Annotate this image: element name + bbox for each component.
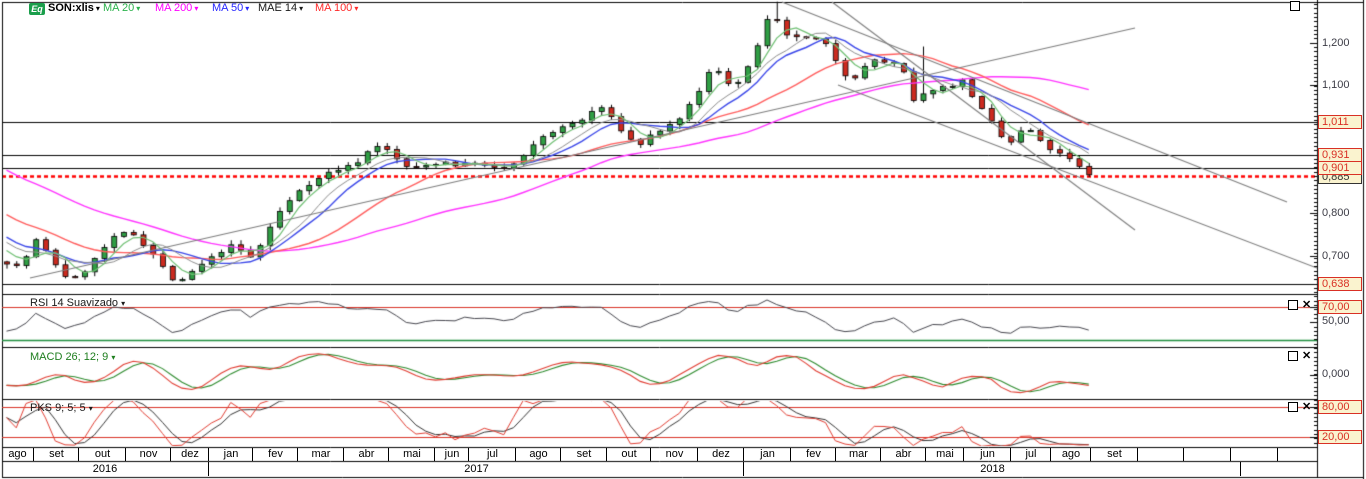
month-cell (1137, 448, 1184, 461)
month-cell: mar (835, 448, 881, 461)
trading-chart-window: Eq SON:xlis ▾ MA 20▾MA 200▾MA 50▾MAE 14▾… (0, 0, 1366, 479)
chevron-down-icon: ▾ (245, 2, 249, 15)
ma-label: MA 20 (103, 2, 134, 15)
chevron-down-icon: ▾ (96, 2, 100, 15)
month-cell: mai (925, 448, 964, 461)
month-cell: nov (650, 448, 698, 461)
chevron-down-icon: ▾ (136, 2, 140, 15)
month-cell: dez (170, 448, 209, 461)
month-cell: jun (963, 448, 1011, 461)
month-cell: mar (297, 448, 344, 461)
y-axis-label: 0,700 (1322, 250, 1362, 262)
month-cell: set (33, 448, 79, 461)
month-cell: set (560, 448, 607, 461)
month-cell: out (78, 448, 126, 461)
month-cell: nov (125, 448, 171, 461)
year-cell: 2017 (208, 462, 744, 476)
price-chart-canvas[interactable] (0, 0, 1366, 479)
indicator-level-label[interactable]: 80,00 (1318, 400, 1362, 414)
macd-panel-buttons: ✕ (1288, 351, 1311, 361)
rsi-title-label: RSI 14 Suavizado (30, 297, 118, 309)
price-level-label[interactable]: 0,901 (1318, 161, 1362, 175)
close-icon[interactable]: ✕ (1302, 351, 1311, 361)
year-cell: 2018 (743, 462, 1241, 476)
rsi-panel-buttons: ✕ (1288, 300, 1311, 310)
legend-ma-dropdown[interactable]: MA 200▾ (155, 2, 198, 15)
chevron-down-icon: ▾ (89, 404, 93, 413)
month-cell: jul (1010, 448, 1051, 461)
month-cell (1230, 448, 1278, 461)
legend-ma-dropdown[interactable]: MA 20▾ (103, 2, 140, 15)
month-cell: jul (468, 448, 516, 461)
legend-ma-dropdown[interactable]: MAE 14▾ (258, 2, 303, 15)
month-cell: jun (434, 448, 469, 461)
month-cell (1183, 448, 1231, 461)
legend-ma-dropdown[interactable]: MA 100▾ (315, 2, 358, 15)
symbol-dropdown[interactable]: SON:xlis ▾ (48, 2, 100, 15)
month-cell: ago (515, 448, 561, 461)
month-cell: out (606, 448, 651, 461)
month-cell: dez (697, 448, 744, 461)
y-axis-label: 1,100 (1322, 79, 1362, 91)
year-cell: 2016 (2, 462, 208, 476)
pks-title-label: PKS 9; 5; 5 (30, 402, 86, 414)
month-cell: jan (208, 448, 253, 461)
maximize-icon[interactable] (1290, 1, 1300, 11)
indicator-level-label: 0,000 (1322, 368, 1362, 380)
ma-label: MA 50 (212, 2, 243, 15)
month-cell: fev (790, 448, 836, 461)
pks-panel-buttons: ✕ (1288, 402, 1311, 412)
main-panel-buttons (1288, 1, 1300, 11)
maximize-icon[interactable] (1288, 300, 1298, 310)
price-level-label[interactable]: 0,638 (1318, 277, 1362, 291)
month-cell: set (1090, 448, 1138, 461)
month-cell: abr (343, 448, 389, 461)
month-cell: abr (880, 448, 926, 461)
indicator-level-label: 50,00 (1322, 315, 1362, 327)
indicator-level-label[interactable]: 70,00 (1318, 300, 1362, 314)
price-level-label[interactable]: 0,931 (1318, 148, 1362, 162)
symbol-label: SON:xlis (48, 2, 94, 15)
ma-label: MAE 14 (258, 2, 297, 15)
month-cell: fev (252, 448, 298, 461)
macd-title-label: MACD 26; 12; 9 (30, 351, 108, 363)
chevron-down-icon: ▾ (121, 299, 125, 308)
price-level-label[interactable]: 1,011 (1318, 115, 1362, 129)
chevron-down-icon: ▾ (354, 2, 358, 15)
close-icon[interactable]: ✕ (1302, 402, 1311, 412)
indicator-level-label[interactable]: 20,00 (1318, 430, 1362, 444)
ma-label: MA 100 (315, 2, 352, 15)
time-axis-months: agosetoutnovdezjanfevmarabrmaijunjulagos… (0, 448, 1318, 461)
year-cell (1240, 462, 1318, 476)
month-cell: jan (743, 448, 791, 461)
ma-label: MA 200 (155, 2, 192, 15)
time-axis-years: 201620172018 (0, 462, 1318, 476)
y-axis-label: 1,200 (1322, 37, 1362, 49)
equity-badge: Eq (29, 3, 45, 15)
close-icon[interactable]: ✕ (1302, 300, 1311, 310)
month-cell (1277, 448, 1318, 461)
chevron-down-icon: ▾ (299, 2, 303, 15)
legend-ma-dropdown[interactable]: MA 50▾ (212, 2, 249, 15)
month-cell: mai (388, 448, 435, 461)
month-cell: ago (2, 448, 33, 461)
y-axis-label: 0,800 (1322, 207, 1362, 219)
macd-panel-title[interactable]: MACD 26; 12; 9 ▾ (30, 351, 115, 363)
maximize-icon[interactable] (1288, 351, 1298, 361)
month-cell: ago (1050, 448, 1091, 461)
rsi-panel-title[interactable]: RSI 14 Suavizado ▾ (30, 297, 125, 309)
chevron-down-icon: ▾ (194, 2, 198, 15)
chevron-down-icon: ▾ (111, 353, 115, 362)
pks-panel-title[interactable]: PKS 9; 5; 5 ▾ (30, 402, 93, 414)
maximize-icon[interactable] (1288, 402, 1298, 412)
